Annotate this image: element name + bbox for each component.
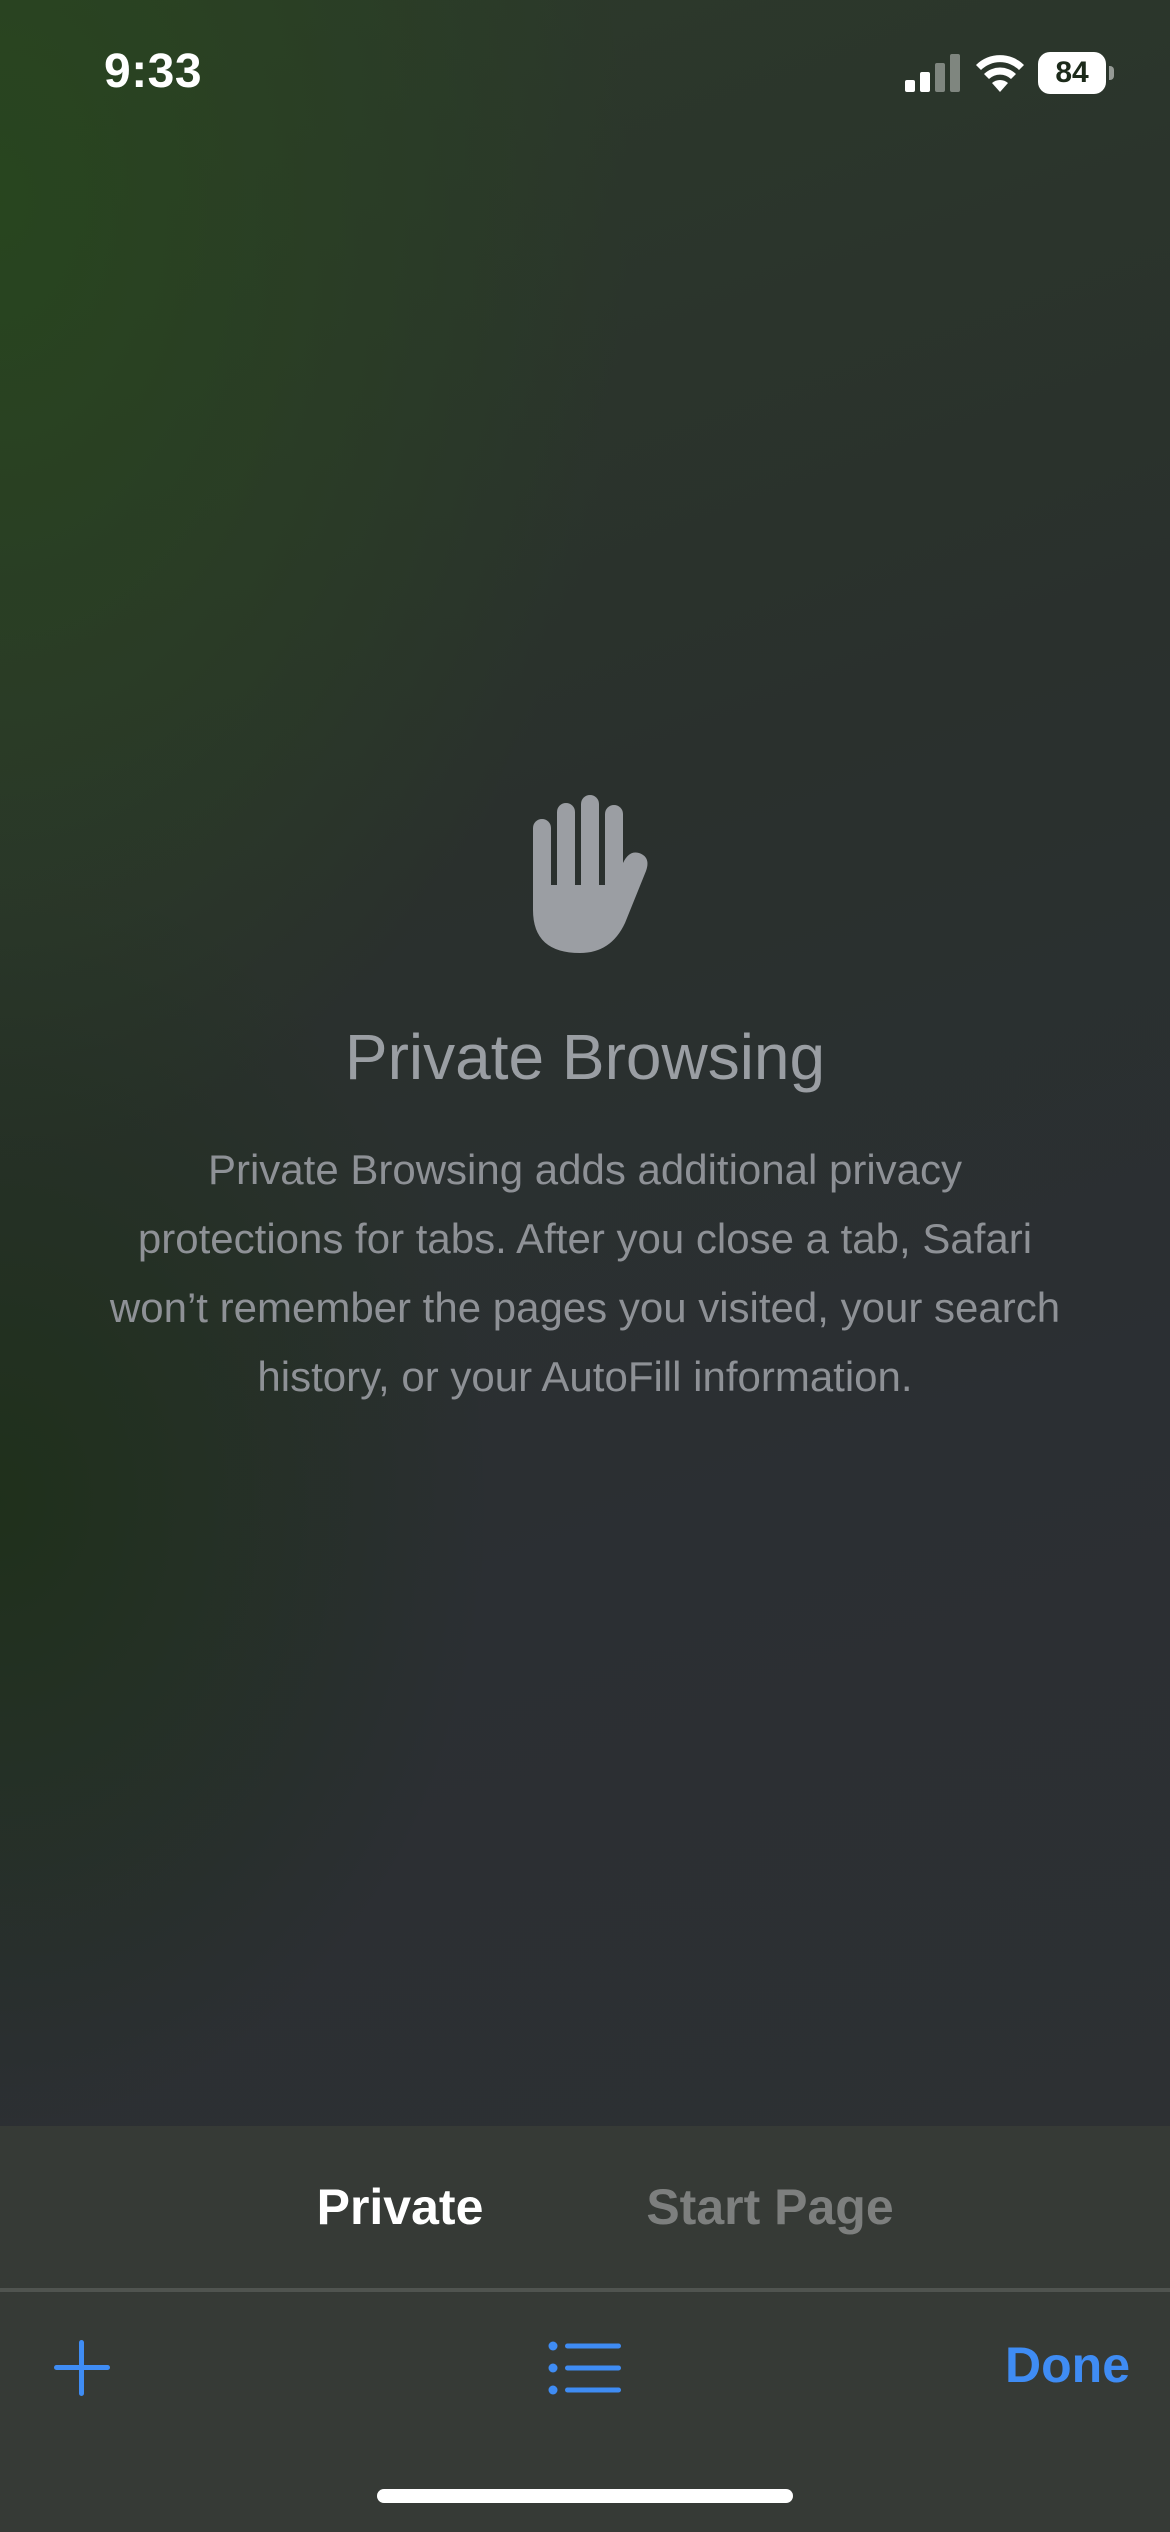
plus-icon[interactable] bbox=[42, 2328, 122, 2408]
battery-level: 84 bbox=[1055, 56, 1089, 89]
status-time: 9:33 bbox=[104, 45, 203, 98]
status-bar: 9:33 84 bbox=[0, 0, 1170, 140]
tab-start-page[interactable]: Start Page bbox=[600, 2178, 940, 2236]
battery-icon: 84 bbox=[1038, 52, 1114, 94]
private-browsing-description: Private Browsing adds additional privacy… bbox=[109, 1146, 1061, 1400]
bottom-bar: Private Start Page Done bbox=[0, 2126, 1170, 2532]
signal-icon bbox=[905, 54, 960, 92]
hand-raised-icon bbox=[533, 795, 648, 953]
battery-tip bbox=[1109, 66, 1114, 80]
done-button[interactable]: Done bbox=[960, 2336, 1130, 2394]
tab-group-switcher: Private Start Page bbox=[0, 2126, 1170, 2288]
wifi-icon bbox=[976, 55, 1024, 92]
home-indicator[interactable] bbox=[377, 2489, 793, 2503]
list-icon[interactable] bbox=[543, 2328, 627, 2408]
page-title: Private Browsing bbox=[344, 1021, 826, 1093]
tab-private[interactable]: Private bbox=[270, 2178, 530, 2236]
